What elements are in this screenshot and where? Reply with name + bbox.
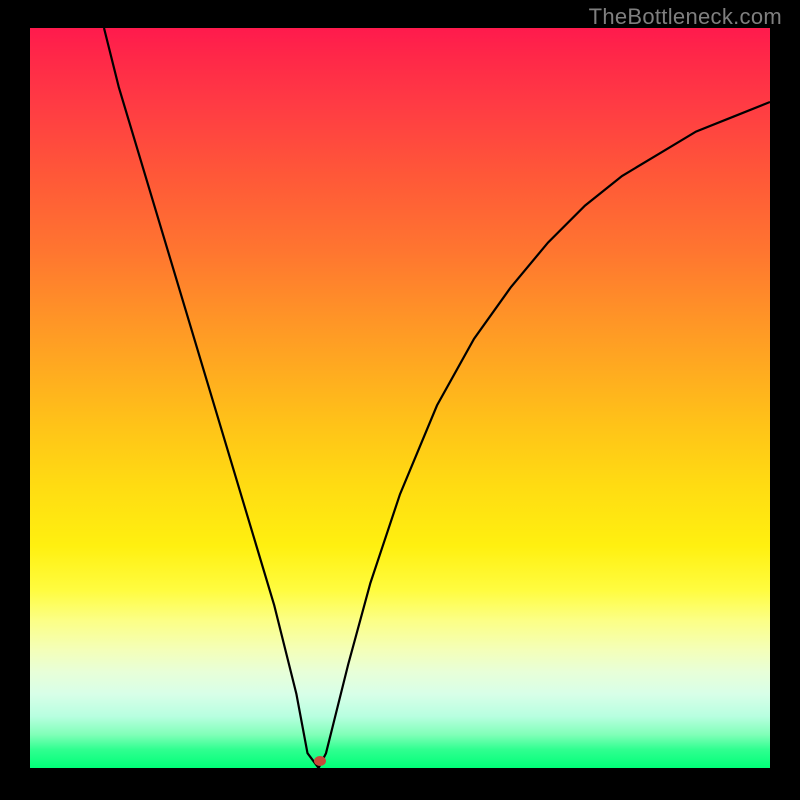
bottleneck-curve <box>30 28 770 768</box>
chart-frame <box>30 28 770 768</box>
minimum-marker <box>314 756 326 766</box>
watermark-text: TheBottleneck.com <box>589 4 782 30</box>
